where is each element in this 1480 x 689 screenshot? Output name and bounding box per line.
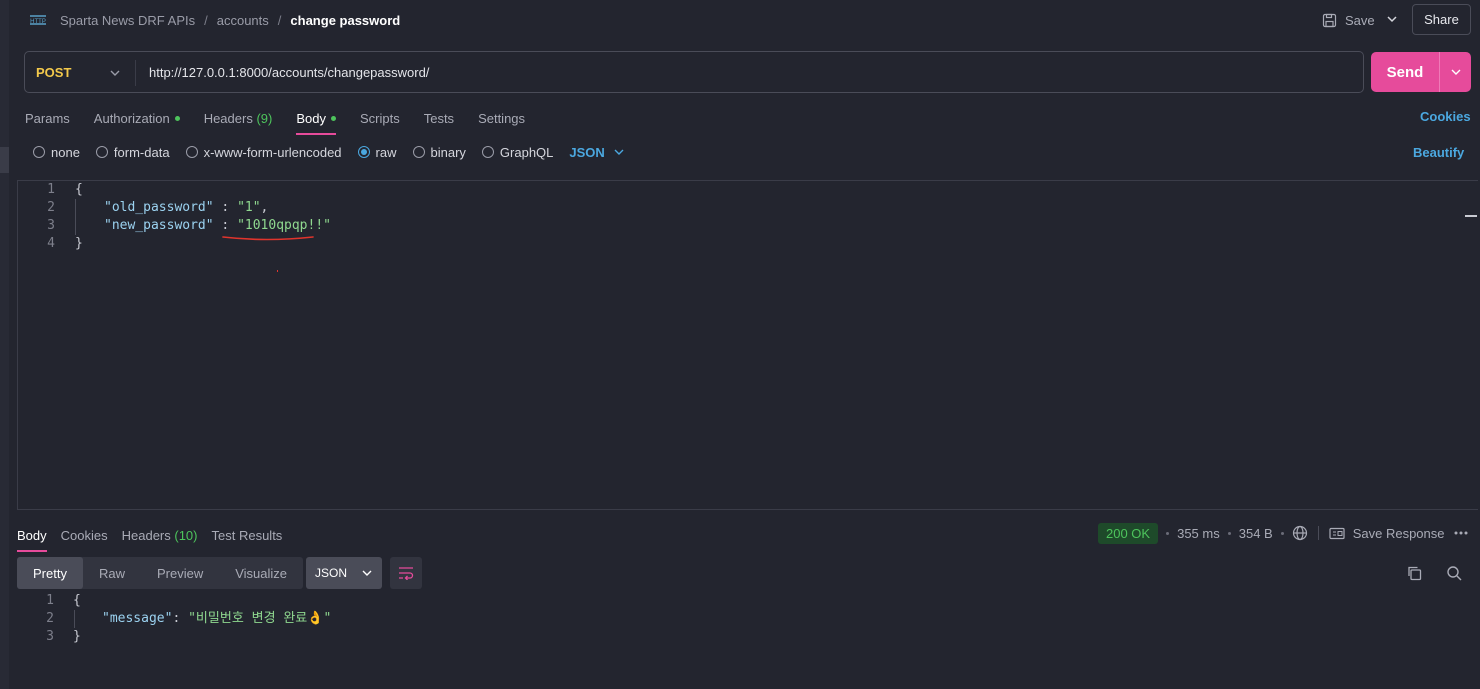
radio-urlencoded[interactable]: x-www-form-urlencoded <box>185 145 342 160</box>
breadcrumb-folder[interactable]: accounts <box>217 13 269 28</box>
radio-binary[interactable]: binary <box>412 145 466 160</box>
code-line: "old_password" : "1", <box>104 200 269 215</box>
body-type-options: none form-data x-www-form-urlencoded raw… <box>33 145 625 160</box>
url-input[interactable]: http://127.0.0.1:8000/accounts/changepas… <box>149 65 429 80</box>
close-brace: } <box>75 236 83 251</box>
tab-headers[interactable]: Headers (9) <box>204 108 273 128</box>
chevron-down-icon <box>1451 69 1460 75</box>
left-sidebar-strip <box>0 0 9 689</box>
save-label: Save <box>1345 12 1375 28</box>
breadcrumb-collection[interactable]: Sparta News DRF APIs <box>60 13 195 28</box>
status-badge[interactable]: 200 OK <box>1098 522 1159 544</box>
status-dot <box>330 115 336 121</box>
sidebar-selection-marker <box>0 147 9 173</box>
annotation-underline <box>222 236 314 241</box>
tab-tests[interactable]: Tests <box>424 108 454 128</box>
response-size[interactable]: 354 B <box>1239 526 1273 541</box>
tab-response-cookies[interactable]: Cookies <box>61 525 108 545</box>
radio-none[interactable]: none <box>33 145 80 160</box>
breadcrumb: HTTP Sparta News DRF APIs / accounts / c… <box>28 10 400 30</box>
send-options-button[interactable] <box>1439 52 1471 92</box>
line-number: 4 <box>47 236 55 251</box>
radio-form-data[interactable]: form-data <box>95 145 170 160</box>
beautify-button[interactable]: Beautify <box>1413 145 1464 160</box>
send-button[interactable]: Send <box>1371 52 1471 92</box>
indent-guide <box>74 610 75 628</box>
request-tabs: Params Authorization Headers (9) Body Sc… <box>25 108 549 135</box>
code-line: "message": "비밀번호 변경 완료👌" <box>102 611 332 626</box>
save-response-icon <box>1329 527 1345 539</box>
cookies-link[interactable]: Cookies <box>1420 109 1471 124</box>
open-brace: { <box>73 593 81 608</box>
response-time[interactable]: 355 ms <box>1177 526 1220 541</box>
indent-guide <box>75 199 76 235</box>
annotation-dot <box>277 270 278 272</box>
tab-params[interactable]: Params <box>25 108 70 128</box>
line-number: 1 <box>47 182 55 197</box>
open-brace: { <box>75 182 83 197</box>
request-name[interactable]: change password <box>290 13 400 28</box>
share-button[interactable]: Share <box>1412 4 1471 35</box>
wrap-lines-icon <box>399 567 414 580</box>
url-bar: POST http://127.0.0.1:8000/accounts/chan… <box>24 51 1364 93</box>
response-status-bar: 200 OK 355 ms 354 B Save Response <box>1098 522 1469 544</box>
response-format-select[interactable]: JSON <box>306 557 382 589</box>
close-brace: } <box>73 629 81 644</box>
tab-response-body[interactable]: Body <box>17 525 47 552</box>
view-pretty[interactable]: Pretty <box>17 557 83 589</box>
view-visualize[interactable]: Visualize <box>219 557 303 589</box>
chevron-down-icon[interactable] <box>1386 13 1398 25</box>
tab-scripts[interactable]: Scripts <box>360 108 400 128</box>
line-number: 2 <box>46 611 54 626</box>
response-tabs: Body Cookies Headers (10) Test Results <box>17 525 296 552</box>
tab-test-results[interactable]: Test Results <box>212 525 283 545</box>
save-response-button[interactable]: Save Response <box>1353 526 1445 541</box>
scrollbar-marker[interactable] <box>1465 215 1477 217</box>
tab-body[interactable]: Body <box>296 108 336 135</box>
tab-response-headers[interactable]: Headers (10) <box>122 525 198 545</box>
line-number: 1 <box>46 593 54 608</box>
radio-graphql[interactable]: GraphQL <box>481 145 553 160</box>
copy-icon[interactable] <box>1406 565 1422 581</box>
line-number: 2 <box>47 200 55 215</box>
search-icon[interactable] <box>1446 565 1462 581</box>
response-body-viewer[interactable]: 1 2 3 { "message": "비밀번호 변경 완료👌" } <box>17 592 1478 652</box>
chevron-down-icon <box>362 570 372 576</box>
line-number: 3 <box>47 218 55 233</box>
save-icon <box>1322 13 1337 27</box>
request-body-editor[interactable]: 1 2 3 4 { "old_password" : "1", "new_pas… <box>17 180 1478 510</box>
view-raw[interactable]: Raw <box>83 557 141 589</box>
radio-raw[interactable]: raw <box>357 145 397 160</box>
more-options-icon[interactable] <box>1453 530 1469 536</box>
tab-settings[interactable]: Settings <box>478 108 525 128</box>
chevron-down-icon[interactable] <box>109 67 121 79</box>
response-view-modes: Pretty Raw Preview Visualize <box>17 557 304 589</box>
http-request-icon: HTTP <box>30 15 46 25</box>
body-format-select[interactable]: JSON <box>569 145 624 160</box>
line-number: 3 <box>46 629 54 644</box>
save-button[interactable]: Save <box>1322 10 1375 30</box>
svg-text:HTTP: HTTP <box>30 19 46 25</box>
view-preview[interactable]: Preview <box>141 557 219 589</box>
method-select[interactable]: POST <box>36 65 71 80</box>
status-dot <box>174 115 180 121</box>
chevron-down-icon <box>614 149 624 155</box>
globe-icon[interactable] <box>1292 525 1308 541</box>
send-label[interactable]: Send <box>1371 52 1439 92</box>
wrap-lines-button[interactable] <box>390 557 422 589</box>
tab-authorization[interactable]: Authorization <box>94 108 180 128</box>
